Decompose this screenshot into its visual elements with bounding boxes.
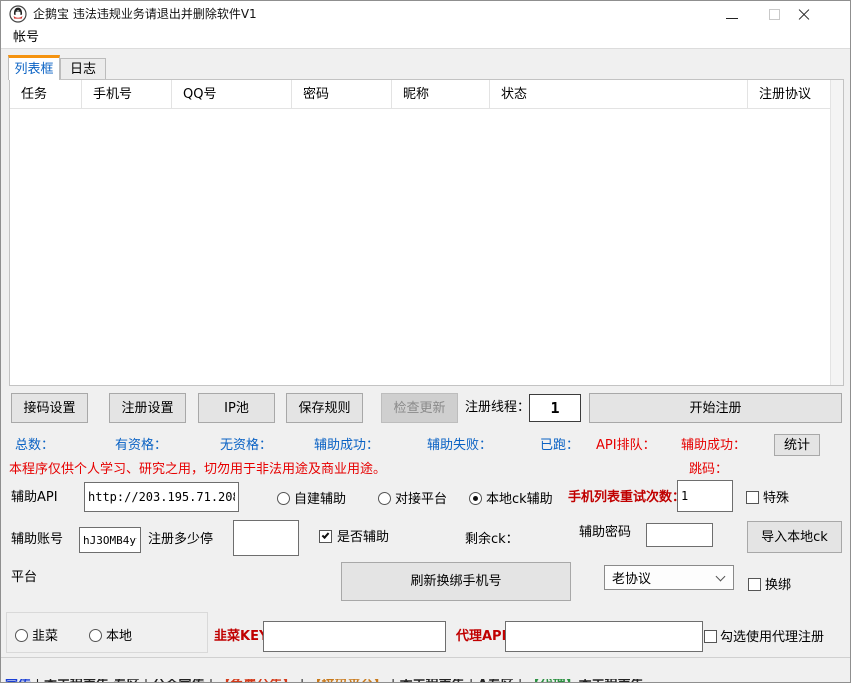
assist-password-label: 辅助密码 — [579, 525, 631, 540]
minimize-button[interactable] — [717, 1, 747, 27]
column-header-protocol[interactable]: 注册协议 — [748, 80, 830, 109]
radio-self-assist-label[interactable]: 自建辅助 — [294, 492, 346, 507]
chevron-down-icon — [716, 572, 726, 582]
column-header-password[interactable]: 密码 — [292, 80, 392, 109]
refresh-rebind-phone-button[interactable]: 刷新换绑手机号 — [341, 562, 571, 601]
radio-platform-assist[interactable] — [378, 492, 391, 505]
stat-assist-success-label: 辅助成功： — [314, 438, 379, 453]
start-register-button[interactable]: 开始注册 — [589, 393, 842, 423]
stat-total-label: 总数： — [15, 438, 54, 453]
account-table: 任务 手机号 QQ号 密码 昵称 状态 注册协议 — [9, 79, 844, 386]
minimize-icon — [726, 18, 738, 19]
radio-local-proxy-label[interactable]: 本地 — [106, 629, 132, 644]
window-titlebar: 企鹅宝 违法违规业务请退出并删除软件V1 — [1, 1, 850, 27]
radio-local-ck-assist-label[interactable]: 本地ck辅助 — [486, 492, 553, 507]
tab-listbox-label: 列表框 — [14, 62, 53, 77]
maximize-icon — [769, 9, 780, 20]
stat-assist-fail-label: 辅助失败： — [427, 438, 492, 453]
tab-listbox[interactable]: 列表框 — [8, 55, 60, 80]
use-proxy-label[interactable]: 勾选使用代理注册 — [720, 630, 824, 645]
table-body-empty — [10, 109, 830, 385]
column-header-nickname[interactable]: 昵称 — [392, 80, 490, 109]
window-title: 企鹅宝 违法违规业务请退出并删除软件V1 — [33, 1, 257, 27]
stat-ran-label: 已跑： — [540, 438, 579, 453]
code-settings-button[interactable]: 接码设置 — [11, 393, 88, 423]
radio-jiucai-label[interactable]: 韭菜 — [32, 629, 58, 644]
app-window: 企鹅宝 违法违规业务请退出并删除软件V1 帐号 列表框 日志 任务 手机号 QQ… — [0, 0, 851, 683]
skip-code-label: 跳码： — [689, 462, 728, 477]
column-header-phone[interactable]: 手机号 — [82, 80, 172, 109]
jiucai-key-label: 韭菜KEY — [214, 629, 268, 644]
ip-pool-button[interactable]: IP池 — [198, 393, 275, 423]
protocol-select[interactable]: 老协议 — [604, 565, 734, 590]
rebind-checkbox[interactable] — [748, 578, 761, 591]
radio-platform-assist-label[interactable]: 对接平台 — [395, 492, 447, 507]
special-checkbox[interactable] — [746, 491, 759, 504]
radio-local-ck-assist[interactable] — [469, 492, 482, 505]
statistics-button[interactable]: 统计 — [774, 434, 820, 456]
column-header-qq[interactable]: QQ号 — [172, 80, 292, 109]
stat-qualified-label: 有资格： — [115, 438, 167, 453]
assist-account-input[interactable] — [79, 527, 141, 553]
radio-jiucai[interactable] — [15, 629, 28, 642]
stop-count-label: 注册多少停 — [148, 532, 213, 547]
radio-local-proxy[interactable] — [89, 629, 102, 642]
platform-label: 平台 — [11, 570, 37, 585]
phone-retry-input[interactable] — [677, 480, 733, 512]
save-rules-button[interactable]: 保存规则 — [286, 393, 363, 423]
maximize-button[interactable] — [759, 1, 789, 27]
phone-retry-label: 手机列表重试次数： — [568, 490, 685, 505]
marquee-text: 宣传｜本工程声告 专区｜公众宣传｜【免费公告】｜【接码平台】｜本工程声告｜A专区… — [5, 679, 644, 683]
protocol-select-value: 老协议 — [612, 568, 651, 587]
check-update-button: 检查更新 — [381, 393, 458, 423]
assist-account-label: 辅助账号 — [11, 532, 63, 547]
penguin-logo-icon — [9, 5, 27, 23]
stat-api-queue-label: API排队： — [596, 438, 656, 453]
tab-log-label: 日志 — [70, 62, 96, 77]
table-vertical-scrollbar[interactable] — [830, 80, 843, 385]
thread-count-label: 注册线程： — [465, 400, 530, 415]
menu-item-account[interactable]: 帐号 — [9, 27, 43, 48]
assist-enabled-checkbox[interactable] — [319, 530, 332, 543]
column-header-task[interactable]: 任务 — [10, 80, 82, 109]
table-header-row: 任务 手机号 QQ号 密码 昵称 状态 注册协议 — [10, 80, 830, 109]
stat-assist-success2-label: 辅助成功： — [681, 438, 746, 453]
column-header-status[interactable]: 状态 — [490, 80, 748, 109]
close-button[interactable] — [789, 1, 819, 27]
use-proxy-checkbox[interactable] — [704, 630, 717, 643]
marquee-strip: 宣传｜本工程声告 专区｜公众宣传｜【免费公告】｜【接码平台】｜本工程声告｜A专区… — [1, 679, 850, 683]
stat-unqualified-label: 无资格： — [220, 438, 272, 453]
remaining-ck-label: 剩余ck： — [465, 532, 519, 547]
special-checkbox-label[interactable]: 特殊 — [763, 491, 789, 506]
radio-self-assist[interactable] — [277, 492, 290, 505]
check-mark-icon — [322, 531, 330, 539]
radio-selected-dot — [473, 496, 478, 501]
status-bar: 注册成功: 0 注册失败: 0 IP: 接码平台: 自建平台 注册模式: 收短信… — [1, 657, 850, 679]
assist-enabled-label[interactable]: 是否辅助 — [337, 530, 389, 545]
proxy-api-input[interactable] — [505, 621, 703, 652]
tab-log[interactable]: 日志 — [60, 58, 106, 80]
proxy-api-label: 代理API — [456, 629, 506, 644]
assist-password-input[interactable] — [646, 523, 713, 547]
stop-count-input[interactable] — [233, 520, 299, 556]
jiucai-key-input[interactable] — [263, 621, 446, 652]
menu-bar: 帐号 — [1, 27, 850, 49]
rebind-checkbox-label[interactable]: 换绑 — [765, 578, 791, 593]
import-local-ck-button[interactable]: 导入本地ck — [747, 521, 842, 553]
disclaimer-text: 本程序仅供个人学习、研究之用，切勿用于非法用途及商业用途。 — [9, 462, 386, 477]
thread-count-input[interactable] — [529, 394, 581, 422]
register-settings-button[interactable]: 注册设置 — [109, 393, 186, 423]
assist-api-label: 辅助API — [11, 490, 58, 505]
assist-api-input[interactable] — [84, 482, 239, 512]
